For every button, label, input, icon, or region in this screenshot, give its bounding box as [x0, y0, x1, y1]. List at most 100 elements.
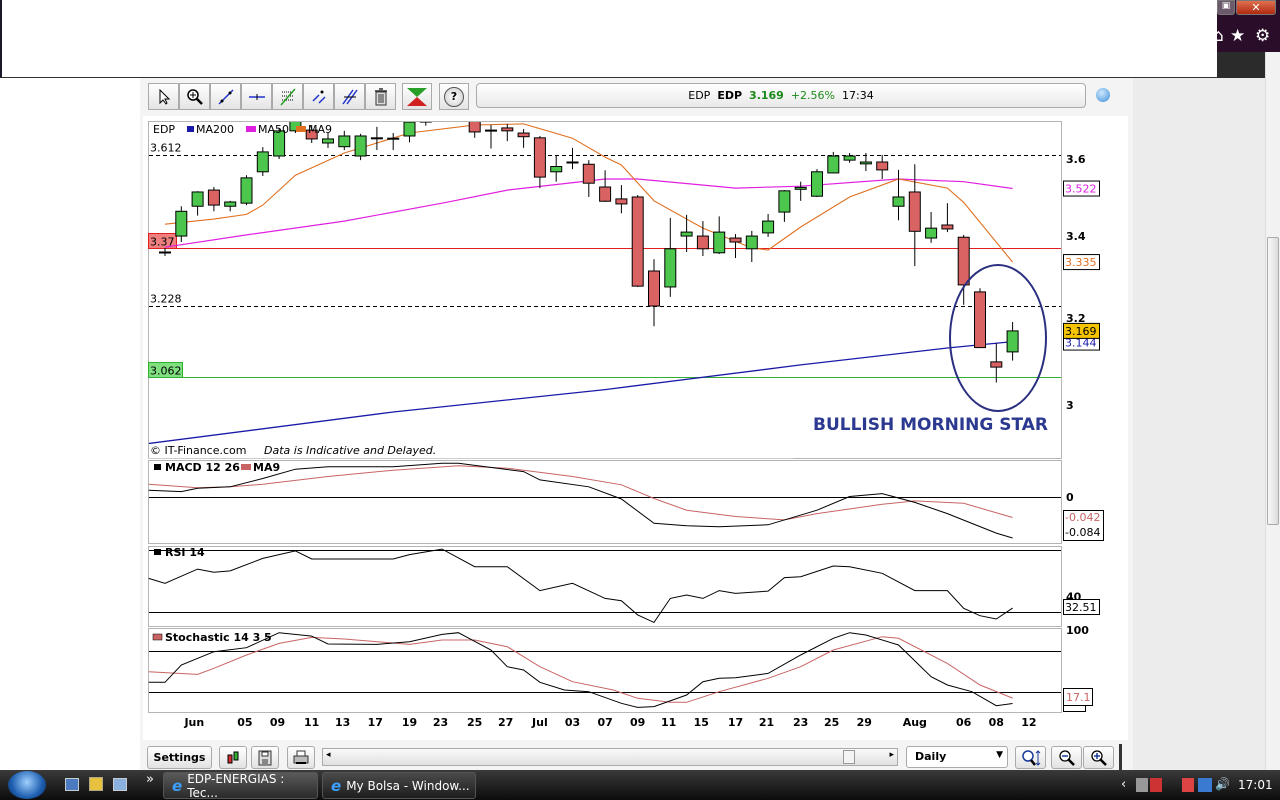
- stock-chart[interactable]: 3.6123.373.2283.062 0-0.042-0.0844032.51…: [0, 0, 1280, 800]
- candle-body: [957, 236, 970, 286]
- candle-body: [843, 155, 856, 161]
- x-tick-label: Jun: [183, 716, 204, 729]
- task-button-edp[interactable]: e EDP-ENERGIAS : Tec...: [163, 771, 318, 800]
- zoom-in-icon: [1090, 749, 1107, 766]
- disclaimer-text: Data is Indicative and Delayed.: [264, 444, 436, 457]
- period-select[interactable]: Daily ▼: [906, 746, 1008, 768]
- tray-volume-icon[interactable]: 🔊: [1215, 777, 1230, 791]
- task-label: EDP-ENERGIAS : Tec...: [187, 771, 285, 800]
- print-button[interactable]: [287, 746, 315, 769]
- x-tick-label: 07: [597, 716, 612, 729]
- candle-body: [1006, 330, 1019, 353]
- x-tick-label: 21: [759, 716, 774, 729]
- switch-windows-icon[interactable]: [113, 778, 127, 791]
- time-scroll-thumb[interactable]: [843, 750, 855, 764]
- candle-body: [338, 135, 351, 148]
- save-button[interactable]: [251, 746, 279, 769]
- candle-body: [664, 248, 677, 288]
- x-tick-label: 19: [402, 716, 417, 729]
- x-tick-label: 17: [728, 716, 743, 729]
- legend-ma9-swatch: [296, 126, 306, 132]
- morning-star-circle: [949, 264, 1047, 412]
- candle-body: [925, 227, 938, 239]
- candle-body: [762, 220, 775, 234]
- zoom-out-button[interactable]: [1051, 746, 1082, 769]
- candle-body: [191, 191, 204, 207]
- rsi-line: [148, 548, 1013, 624]
- candle-body: [990, 361, 1003, 368]
- legend-stochastic-swatch: [152, 633, 163, 641]
- x-tick-label: 27: [498, 716, 513, 729]
- candle-body: [468, 122, 481, 133]
- legend-rsi-swatch: [154, 549, 161, 555]
- macd-value: -0.084: [1065, 526, 1100, 539]
- candle-body: [827, 155, 840, 174]
- x-tick-label: 17: [368, 716, 383, 729]
- candle-body: [419, 122, 432, 123]
- legend-symbol: EDP: [153, 123, 175, 136]
- price-level-label: 3.612: [150, 142, 182, 155]
- tray-network-icon[interactable]: [1198, 778, 1212, 792]
- ie-icon: e: [172, 776, 183, 795]
- clock[interactable]: 17:01: [1238, 778, 1273, 792]
- candle-body: [811, 171, 823, 197]
- time-scrollbar[interactable]: ◂ ▸: [322, 748, 898, 766]
- rsi-title: RSI 14: [165, 546, 205, 559]
- candle-body: [908, 191, 921, 232]
- zoom-out-icon: [1058, 749, 1075, 766]
- x-tick-label: 08: [989, 716, 1004, 729]
- candle-body: [437, 118, 448, 119]
- x-tick-label: 05: [237, 716, 252, 729]
- tray-power-icon[interactable]: [1182, 778, 1194, 792]
- save-disk-icon: [258, 750, 272, 765]
- candle-body: [550, 166, 563, 173]
- legend-ma9: MA9: [308, 123, 332, 136]
- price-level-label: 3.062: [150, 365, 182, 378]
- stochastic-title: Stochastic 14 3 5: [165, 631, 272, 644]
- candle-body: [876, 161, 889, 171]
- scroll-left-arrow-icon[interactable]: ◂: [326, 750, 331, 760]
- candle-body: [778, 190, 791, 213]
- macd-zero-label: 0: [1066, 491, 1074, 504]
- candle-body: [566, 161, 579, 164]
- ie-icon: e: [331, 776, 342, 795]
- tray-expand-button[interactable]: ‹: [1121, 777, 1126, 792]
- candle-body: [974, 291, 986, 349]
- start-button[interactable]: [8, 771, 46, 799]
- x-tick-label: 13: [335, 716, 350, 729]
- x-tick-label: 29: [857, 716, 872, 729]
- zoom-in-button[interactable]: [1083, 746, 1114, 769]
- zoom-fit-button[interactable]: [1015, 746, 1046, 769]
- scroll-right-arrow-icon[interactable]: ▸: [889, 750, 894, 760]
- zoom-fit-icon: [1021, 749, 1040, 766]
- candle-body: [485, 129, 497, 132]
- legend-macd-swatch: [154, 464, 161, 470]
- task-button-mybolsa[interactable]: e My Bolsa - Window...: [322, 772, 476, 799]
- explorer-icon[interactable]: [89, 777, 103, 791]
- tray-device-icon[interactable]: [1136, 778, 1148, 792]
- legend-signal-swatch: [241, 464, 251, 470]
- x-tick-label: 25: [467, 716, 482, 729]
- chart-type-button[interactable]: [219, 746, 247, 769]
- price-level-label: 3.228: [150, 293, 182, 306]
- settings-button[interactable]: Settings: [147, 746, 212, 769]
- tray-security-icon[interactable]: [1150, 778, 1162, 792]
- candle-body: [224, 201, 237, 207]
- macd-panel-frame: [148, 460, 1062, 544]
- candle-body: [240, 177, 253, 204]
- stochastic-k-value-box: [1063, 705, 1086, 712]
- ma9-last-value: 3.335: [1065, 256, 1097, 269]
- candle-body: [941, 224, 954, 230]
- y-tick-label: 3.6: [1066, 153, 1086, 166]
- rsi-panel-frame: [148, 546, 1062, 627]
- y-tick-label: 3: [1066, 399, 1074, 412]
- more-quicklaunch-button[interactable]: »: [146, 772, 154, 787]
- candle-body: [648, 270, 660, 307]
- candle-body: [745, 235, 758, 250]
- credit-text[interactable]: © IT-Finance.com: [150, 444, 247, 457]
- candle-body: [794, 186, 807, 190]
- show-desktop-icon[interactable]: [65, 778, 79, 791]
- printer-icon: [293, 750, 309, 764]
- candle-body: [859, 161, 872, 165]
- toolbar-divider: [1119, 744, 1122, 770]
